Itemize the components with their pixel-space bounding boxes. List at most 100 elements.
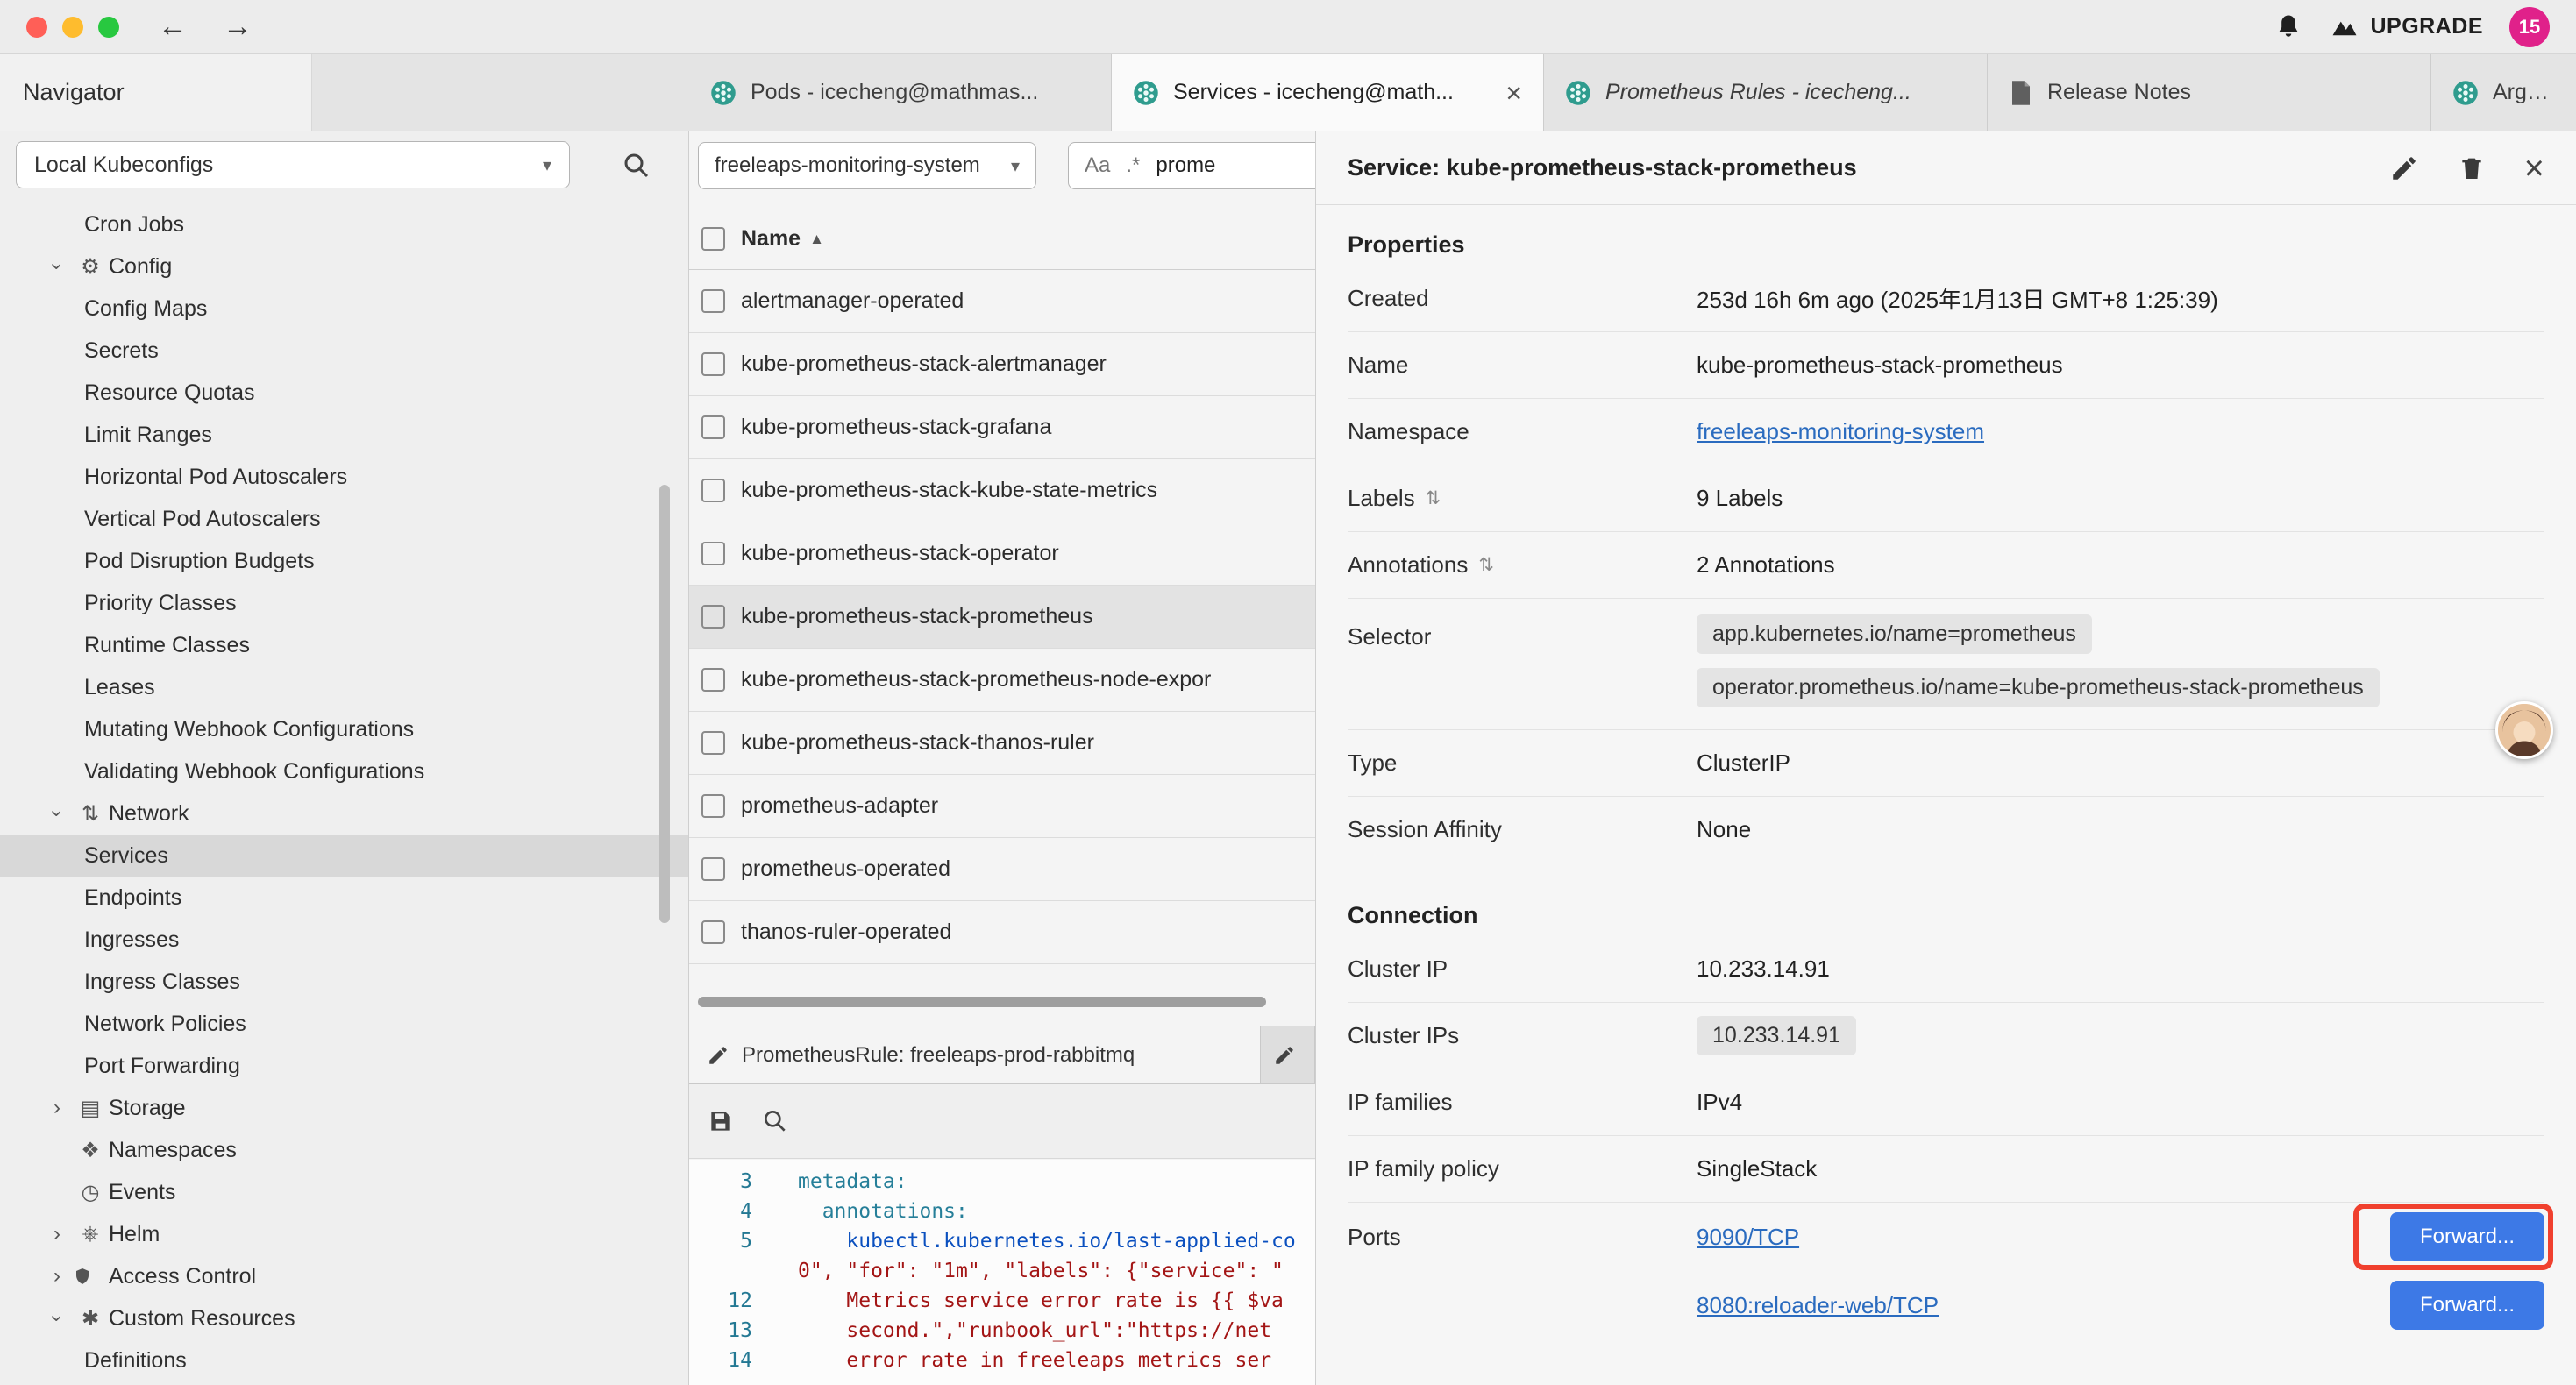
user-avatar[interactable] xyxy=(2495,701,2553,759)
chevron-down-icon[interactable]: › xyxy=(45,799,69,828)
sidebar-item-priority-classes[interactable]: Priority Classes xyxy=(0,582,688,624)
close-tab-icon[interactable]: × xyxy=(1505,79,1522,107)
row-checkbox[interactable] xyxy=(701,416,725,439)
close-window-button[interactable] xyxy=(26,17,47,38)
dock-tab-next[interactable] xyxy=(1261,1026,1315,1083)
row-checkbox[interactable] xyxy=(701,352,725,376)
tab-label: Pods - icecheng@mathmas... xyxy=(751,80,1038,105)
row-checkbox[interactable] xyxy=(701,605,725,629)
sidebar-item-ingresses[interactable]: Ingresses xyxy=(0,919,688,961)
chevron-down-icon[interactable]: › xyxy=(45,252,69,281)
sidebar-item-namespaces[interactable]: › ❖ Namespaces xyxy=(0,1129,688,1171)
edit-icon[interactable] xyxy=(2389,153,2419,183)
sidebar-item-vertical-pod-autoscalers[interactable]: Vertical Pod Autoscalers xyxy=(0,498,688,540)
tab-pods[interactable]: Pods - icecheng@mathmas... xyxy=(689,54,1112,131)
table-row[interactable]: prometheus-operated xyxy=(689,838,1315,901)
port-link-9090[interactable]: 9090/TCP xyxy=(1697,1224,1799,1251)
bell-icon[interactable] xyxy=(2274,12,2303,42)
search-input[interactable]: Aa .* prome xyxy=(1068,142,1315,189)
table-row[interactable]: kube-prometheus-stack-operator xyxy=(689,522,1315,586)
regex-toggle[interactable]: .* xyxy=(1126,153,1140,178)
dock-tab-prometheusrule[interactable]: PrometheusRule: freeleaps-prod-rabbitmq xyxy=(689,1026,1261,1083)
port-link-8080[interactable]: 8080:reloader-web/TCP xyxy=(1697,1292,1939,1319)
back-button[interactable]: ← xyxy=(158,10,188,44)
sidebar-item-port-forwarding[interactable]: Port Forwarding xyxy=(0,1045,688,1087)
table-row[interactable]: prometheus-adapter xyxy=(689,775,1315,838)
close-icon[interactable]: × xyxy=(2524,151,2544,186)
tab-services[interactable]: Services - icecheng@math... × xyxy=(1112,54,1544,131)
sidebar-item-services[interactable]: Services xyxy=(0,835,688,877)
expand-sort-icon[interactable]: ⇅ xyxy=(1426,487,1441,509)
tab-prometheus-rules[interactable]: Prometheus Rules - icecheng... xyxy=(1544,54,1988,131)
notification-badge[interactable]: 15 xyxy=(2509,7,2550,47)
sidebar-item-runtime-classes[interactable]: Runtime Classes xyxy=(0,624,688,666)
expand-sort-icon[interactable]: ⇅ xyxy=(1478,554,1494,576)
forward-button[interactable]: → xyxy=(223,10,253,44)
chevron-right-icon[interactable]: › xyxy=(42,1264,72,1289)
table-row[interactable]: kube-prometheus-stack-grafana xyxy=(689,396,1315,459)
kubeconfig-selector[interactable]: Local Kubeconfigs ▾ xyxy=(16,141,570,188)
services-list-panel: freeleaps-monitoring-system ▾ Aa .* prom… xyxy=(689,131,1315,1385)
forward-button[interactable]: Forward... xyxy=(2390,1212,2544,1261)
table-row[interactable]: kube-prometheus-stack-prometheus-node-ex… xyxy=(689,649,1315,712)
tab-release-notes[interactable]: Release Notes xyxy=(1988,54,2431,131)
maximize-window-button[interactable] xyxy=(98,17,119,38)
namespaces-icon: ❖ xyxy=(72,1138,109,1163)
row-checkbox[interactable] xyxy=(701,668,725,692)
sidebar-item-endpoints[interactable]: Endpoints xyxy=(0,877,688,919)
search-icon[interactable] xyxy=(761,1107,789,1135)
row-checkbox[interactable] xyxy=(701,289,725,313)
table-row[interactable]: alertmanager-operated xyxy=(689,270,1315,333)
sidebar-item-validating-webhook-configurations[interactable]: Validating Webhook Configurations xyxy=(0,750,688,792)
sidebar-item-cron-jobs[interactable]: Cron Jobs xyxy=(0,203,688,245)
sidebar-item-helm[interactable]: › ⎈ Helm xyxy=(0,1213,688,1255)
sidebar-item-network-policies[interactable]: Network Policies xyxy=(0,1003,688,1045)
match-case-toggle[interactable]: Aa xyxy=(1085,153,1110,178)
minimize-window-button[interactable] xyxy=(62,17,83,38)
row-checkbox[interactable] xyxy=(701,857,725,881)
sidebar-item-mutating-webhook-configurations[interactable]: Mutating Webhook Configurations xyxy=(0,708,688,750)
row-checkbox[interactable] xyxy=(701,731,725,755)
row-checkbox[interactable] xyxy=(701,920,725,944)
table-row[interactable]: thanos-ruler-operated xyxy=(689,901,1315,964)
upgrade-button[interactable]: UPGRADE xyxy=(2330,12,2483,42)
horizontal-scrollbar[interactable] xyxy=(698,997,1266,1007)
sidebar-item-access-control[interactable]: › Access Control xyxy=(0,1255,688,1297)
sidebar-item-horizontal-pod-autoscalers[interactable]: Horizontal Pod Autoscalers xyxy=(0,456,688,498)
sidebar-item-config-maps[interactable]: Config Maps xyxy=(0,288,688,330)
sidebar-item-ingress-classes[interactable]: Ingress Classes xyxy=(0,961,688,1003)
select-all-checkbox[interactable] xyxy=(701,227,725,251)
table-row[interactable]: kube-prometheus-stack-kube-state-metrics xyxy=(689,459,1315,522)
name-column-header[interactable]: Name xyxy=(741,226,801,252)
trash-icon[interactable] xyxy=(2458,153,2486,183)
chevron-right-icon[interactable]: › xyxy=(42,1096,72,1120)
navigator-header[interactable]: Navigator xyxy=(0,54,312,131)
row-checkbox[interactable] xyxy=(701,479,725,502)
sidebar-item-limit-ranges[interactable]: Limit Ranges xyxy=(0,414,688,456)
save-icon[interactable] xyxy=(707,1107,735,1135)
yaml-editor[interactable]: 3metadata: 4 annotations: 5 kubectl.kube… xyxy=(689,1160,1315,1385)
row-checkbox[interactable] xyxy=(701,542,725,565)
sidebar-item-network[interactable]: › ⇅ Network xyxy=(0,792,688,835)
sidebar-item-custom-resources[interactable]: › ✱ Custom Resources xyxy=(0,1297,688,1339)
search-icon[interactable] xyxy=(621,150,652,181)
table-row[interactable]: kube-prometheus-stack-alertmanager xyxy=(689,333,1315,396)
sidebar-item-config[interactable]: › ⚙ Config xyxy=(0,245,688,288)
sidebar-item-storage[interactable]: › ▤ Storage xyxy=(0,1087,688,1129)
chevron-right-icon[interactable]: › xyxy=(42,1222,72,1246)
table-row[interactable]: kube-prometheus-stack-thanos-ruler xyxy=(689,712,1315,775)
sidebar-item-definitions[interactable]: Definitions xyxy=(0,1339,688,1381)
sidebar-item-secrets[interactable]: Secrets xyxy=(0,330,688,372)
forward-button[interactable]: Forward... xyxy=(2390,1281,2544,1330)
table-row-selected[interactable]: kube-prometheus-stack-prometheus xyxy=(689,586,1315,649)
row-checkbox[interactable] xyxy=(701,794,725,818)
sidebar-item-pod-disruption-budgets[interactable]: Pod Disruption Budgets xyxy=(0,540,688,582)
sidebar-item-leases[interactable]: Leases xyxy=(0,666,688,708)
sidebar-item-events[interactable]: › ◷ Events xyxy=(0,1171,688,1213)
chevron-down-icon[interactable]: › xyxy=(45,1303,69,1333)
tab-argo[interactable]: Argo S xyxy=(2431,54,2576,131)
sidebar-scrollbar[interactable] xyxy=(659,485,670,923)
namespace-link[interactable]: freeleaps-monitoring-system xyxy=(1697,418,1984,445)
namespace-filter-select[interactable]: freeleaps-monitoring-system ▾ xyxy=(698,142,1036,189)
sidebar-item-resource-quotas[interactable]: Resource Quotas xyxy=(0,372,688,414)
